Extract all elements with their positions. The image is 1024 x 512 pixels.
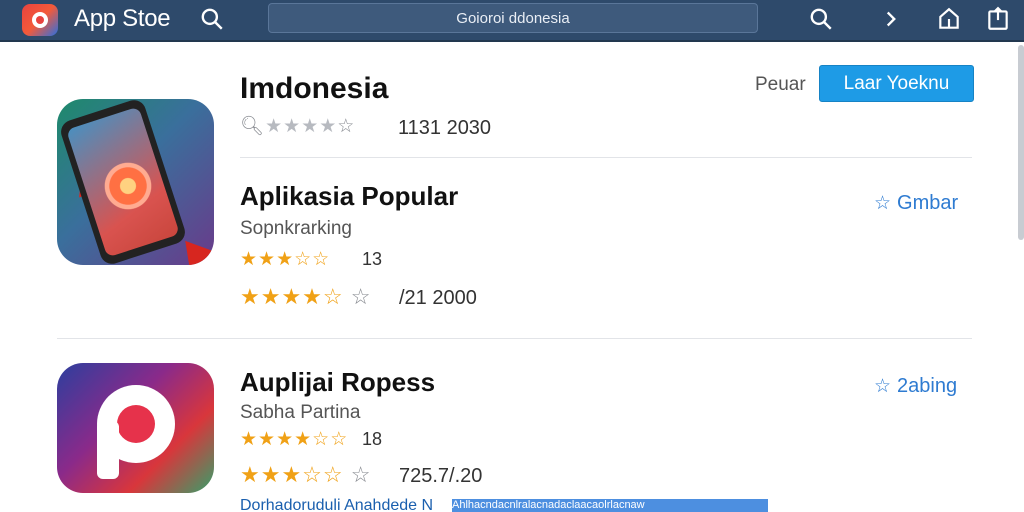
- star-outline-icon: ☆: [874, 376, 892, 397]
- app-small-count: 18: [362, 429, 383, 449]
- logo-inner: [117, 405, 155, 443]
- scrollbar[interactable]: [1018, 45, 1024, 240]
- filter-label[interactable]: Peuar: [755, 74, 806, 96]
- app-name[interactable]: Auplijai Ropess: [240, 367, 435, 398]
- top-bar: App Stoe: [0, 0, 1024, 42]
- app-title[interactable]: App Stoe: [74, 5, 171, 33]
- app-rating-count: 725.7/.20: [399, 465, 483, 487]
- app-store-logo-icon[interactable]: [22, 4, 58, 36]
- app-rating-stars-large: ★★★★☆ ☆: [240, 284, 372, 309]
- app-action-label: Gmbar: [897, 192, 959, 214]
- app-rating-stars: ★★★☆☆: [240, 249, 331, 270]
- app-developer: Sabha Partina: [240, 402, 361, 423]
- app-action-link[interactable]: ☆ Gmbar: [874, 192, 958, 215]
- install-button[interactable]: Laar Yoeknu: [819, 65, 974, 102]
- search-bar[interactable]: [268, 3, 758, 33]
- decor-triangle: [168, 240, 214, 265]
- section-rating: 🔍︎★★★★☆: [240, 116, 356, 137]
- search-input[interactable]: [269, 4, 757, 32]
- logo-stem: [97, 421, 119, 479]
- app-rating-stars-large: ★★★☆☆ ☆: [240, 462, 372, 487]
- footer-link[interactable]: Dorhadoruduli Anahdede N: [240, 497, 433, 512]
- search-icon[interactable]: [808, 6, 834, 32]
- footer-highlighted-text[interactable]: Ahlhacndacnlralacnadaclaacaolrlacnaw: [452, 499, 768, 512]
- section-rating-count: 1131 2030: [398, 117, 492, 139]
- app-name[interactable]: Aplikasia Popular: [240, 181, 458, 212]
- app-small-count: 13: [362, 249, 383, 269]
- search-icon[interactable]: [199, 6, 225, 32]
- chevron-right-icon[interactable]: [878, 6, 904, 32]
- app-action-link[interactable]: ☆ 2abing: [874, 375, 957, 398]
- app-icon-1[interactable]: [57, 99, 214, 265]
- app-action-label: 2abing: [897, 375, 958, 397]
- share-icon[interactable]: [985, 6, 1011, 32]
- app-icon-2[interactable]: [57, 363, 214, 493]
- app-rating-count: /21 2000: [399, 287, 477, 309]
- app-developer: Sopnkrarking: [240, 218, 352, 239]
- star-outline-icon: ☆: [874, 193, 892, 214]
- ring-graphic: [101, 159, 155, 213]
- app-rating-stars: ★★★★☆☆: [240, 429, 349, 450]
- search-rating-icon: 🔍︎: [240, 116, 266, 137]
- divider: [57, 338, 972, 339]
- section-title: Imdonesia: [240, 72, 389, 105]
- bookmark-icon[interactable]: [936, 6, 962, 32]
- divider: [240, 157, 972, 158]
